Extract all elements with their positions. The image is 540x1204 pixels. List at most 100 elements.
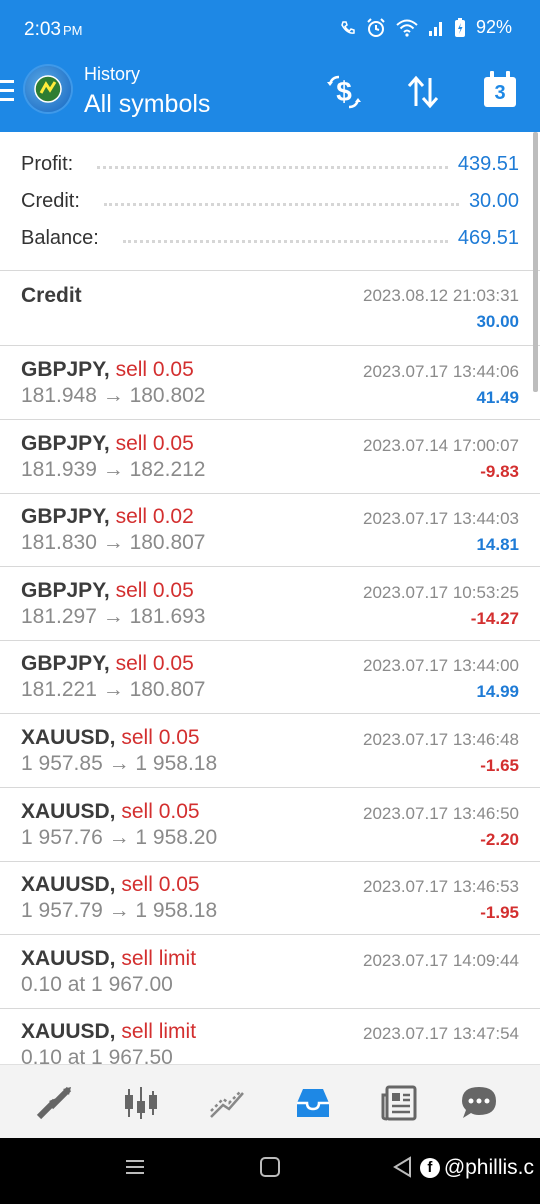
credit-label: Credit: [21,189,80,212]
symbol-name: XAUUSD, [21,873,116,896]
credit-row[interactable]: Credit 2023.08.12 21:03:31 30.00 [0,270,540,346]
trade-profit: -1.65 [480,756,519,775]
trade-symbol: XAUUSD, sell 0.05 [21,800,200,824]
trade-symbol: GBPJPY, sell 0.05 [21,358,194,382]
trade-action: sell 0.05 [121,873,200,896]
signal-icon [428,21,442,36]
symbol-name: XAUUSD, [21,1020,116,1043]
symbol-name: GBPJPY, [21,432,110,455]
trade-symbol: GBPJPY, sell 0.05 [21,579,194,603]
balance-row: Balance: 469.51 [21,223,519,253]
back-button[interactable] [392,1156,414,1183]
trade-row[interactable]: XAUUSD, sell limit 0.10 at 1 967.00 2023.0… [0,935,540,1009]
trade-action: sell 0.05 [121,800,200,823]
nav-quotes[interactable] [31,1079,79,1127]
trade-date: 2023.07.17 10:53:25 [363,583,519,602]
symbol-name: XAUUSD, [21,726,116,749]
symbol-name: GBPJPY, [21,652,110,675]
nav-news[interactable] [375,1079,423,1127]
symbol-name: GBPJPY, [21,505,110,528]
trade-profit: 14.99 [476,682,519,701]
watermark-text: @phillis.c [443,1156,534,1179]
trade-row[interactable]: GBPJPY, sell 0.05 181.221 → 180.807 2023.0… [0,640,540,714]
trade-row[interactable]: GBPJPY, sell 0.05 181.948 → 180.802 2023.0… [0,346,540,420]
trade-date: 2023.07.17 13:46:53 [363,877,519,896]
balance-label: Balance: [21,226,99,249]
nav-trade[interactable] [203,1079,251,1127]
sort-button[interactable] [401,70,445,114]
trade-row[interactable]: GBPJPY, sell 0.05 181.939 → 182.212 2023.0… [0,420,540,494]
trade-row[interactable]: GBPJPY, sell 0.05 181.297 → 181.693 2023.0… [0,567,540,641]
trade-action: sell limit [121,947,197,970]
balance-value: 469.51 [457,226,519,249]
trade-prices: 181.221 → 180.807 [21,678,206,701]
menu-icon[interactable] [0,80,14,104]
nav-history[interactable] [289,1079,337,1127]
trade-prices: 0.10 at 1 967.00 [21,973,173,996]
trade-row[interactable]: XAUUSD, sell 0.05 1 957.76 → 1 958.20 2023… [0,788,540,862]
trade-profit: -2.20 [480,830,519,849]
alarm-icon [367,17,385,37]
trade-date: 2023.07.14 17:00:07 [363,436,519,455]
status-icons: 92% [340,17,512,38]
trade-symbol: GBPJPY, sell 0.05 [21,432,194,456]
trade-action: sell 0.05 [115,432,194,455]
home-button[interactable] [259,1156,281,1183]
nav-chat[interactable] [455,1079,503,1127]
credit-value: 30.00 [468,189,519,212]
trade-profit: -9.83 [480,462,519,481]
calendar-button[interactable]: 3 [478,70,522,114]
wifi-icon [396,19,418,37]
metatrader-logo-icon [34,75,62,103]
deposit-withdraw-button[interactable]: $ [322,70,366,114]
battery-percent: 92% [475,17,512,37]
watermark: f @phillis.c [419,1156,534,1180]
sort-arrows-icon [407,75,439,109]
app-logo[interactable] [25,66,71,112]
trade-action: sell limit [121,1020,197,1043]
trade-symbol: XAUUSD, sell limit [21,1020,196,1044]
trade-date: 2023.07.17 13:44:03 [363,509,519,528]
history-icon [297,1089,329,1117]
trade-symbol: XAUUSD, sell 0.05 [21,726,200,750]
app-header: History All symbols $ 3 [0,60,540,132]
dotted-leader [103,202,459,206]
home-icon [260,1157,280,1177]
trade-date: 2023.07.17 14:09:44 [363,951,519,970]
trade-profit: 14.81 [476,535,519,554]
credit-summary-row: Credit: 30.00 [21,186,519,216]
nav-chart[interactable] [117,1079,165,1127]
trade-symbol: GBPJPY, sell 0.02 [21,505,194,529]
trade-row[interactable]: XAUUSD, sell 0.05 1 957.79 → 1 958.18 2023… [0,861,540,935]
header-subtitle: History [84,64,141,84]
trade-row[interactable]: XAUUSD, sell 0.05 1 957.85 → 1 958.18 2023… [0,714,540,788]
chat-icon [462,1087,496,1118]
recent-apps-button[interactable] [124,1156,146,1183]
trade-profit: -1.95 [480,903,519,922]
call-icon [341,20,355,34]
trade-action: sell 0.02 [115,505,194,528]
credit-row-date: 2023.08.12 21:03:31 [363,286,519,305]
trade-prices: 181.939 → 182.212 [21,458,206,481]
news-icon [381,1085,417,1121]
trade-date: 2023.07.17 13:46:50 [363,804,519,823]
dollar-exchange-icon: $ [327,75,361,109]
calendar-icon: 3 [484,71,516,107]
trade-prices: 181.297 → 181.693 [21,605,206,628]
chart-icon [125,1087,157,1119]
profit-label: Profit: [21,152,74,175]
scrollbar[interactable] [533,132,538,392]
dotted-leader [97,165,448,169]
trade-date: 2023.07.17 13:46:48 [363,730,519,749]
trade-prices: 181.948 → 180.802 [21,384,206,407]
trade-date: 2023.07.17 13:44:06 [363,362,519,381]
facebook-icon: f [419,1158,440,1178]
dotted-leader [122,239,448,243]
trade-row[interactable]: GBPJPY, sell 0.02 181.830 → 180.807 2023.0… [0,493,540,567]
symbol-name: GBPJPY, [21,579,110,602]
status-bar: 2:03 PM 92% [0,0,540,60]
trade-symbol: XAUUSD, sell limit [21,947,196,971]
trade-action: sell 0.05 [121,726,200,749]
quotes-icon [36,1086,72,1120]
trade-date: 2023.07.17 13:47:54 [363,1024,519,1043]
